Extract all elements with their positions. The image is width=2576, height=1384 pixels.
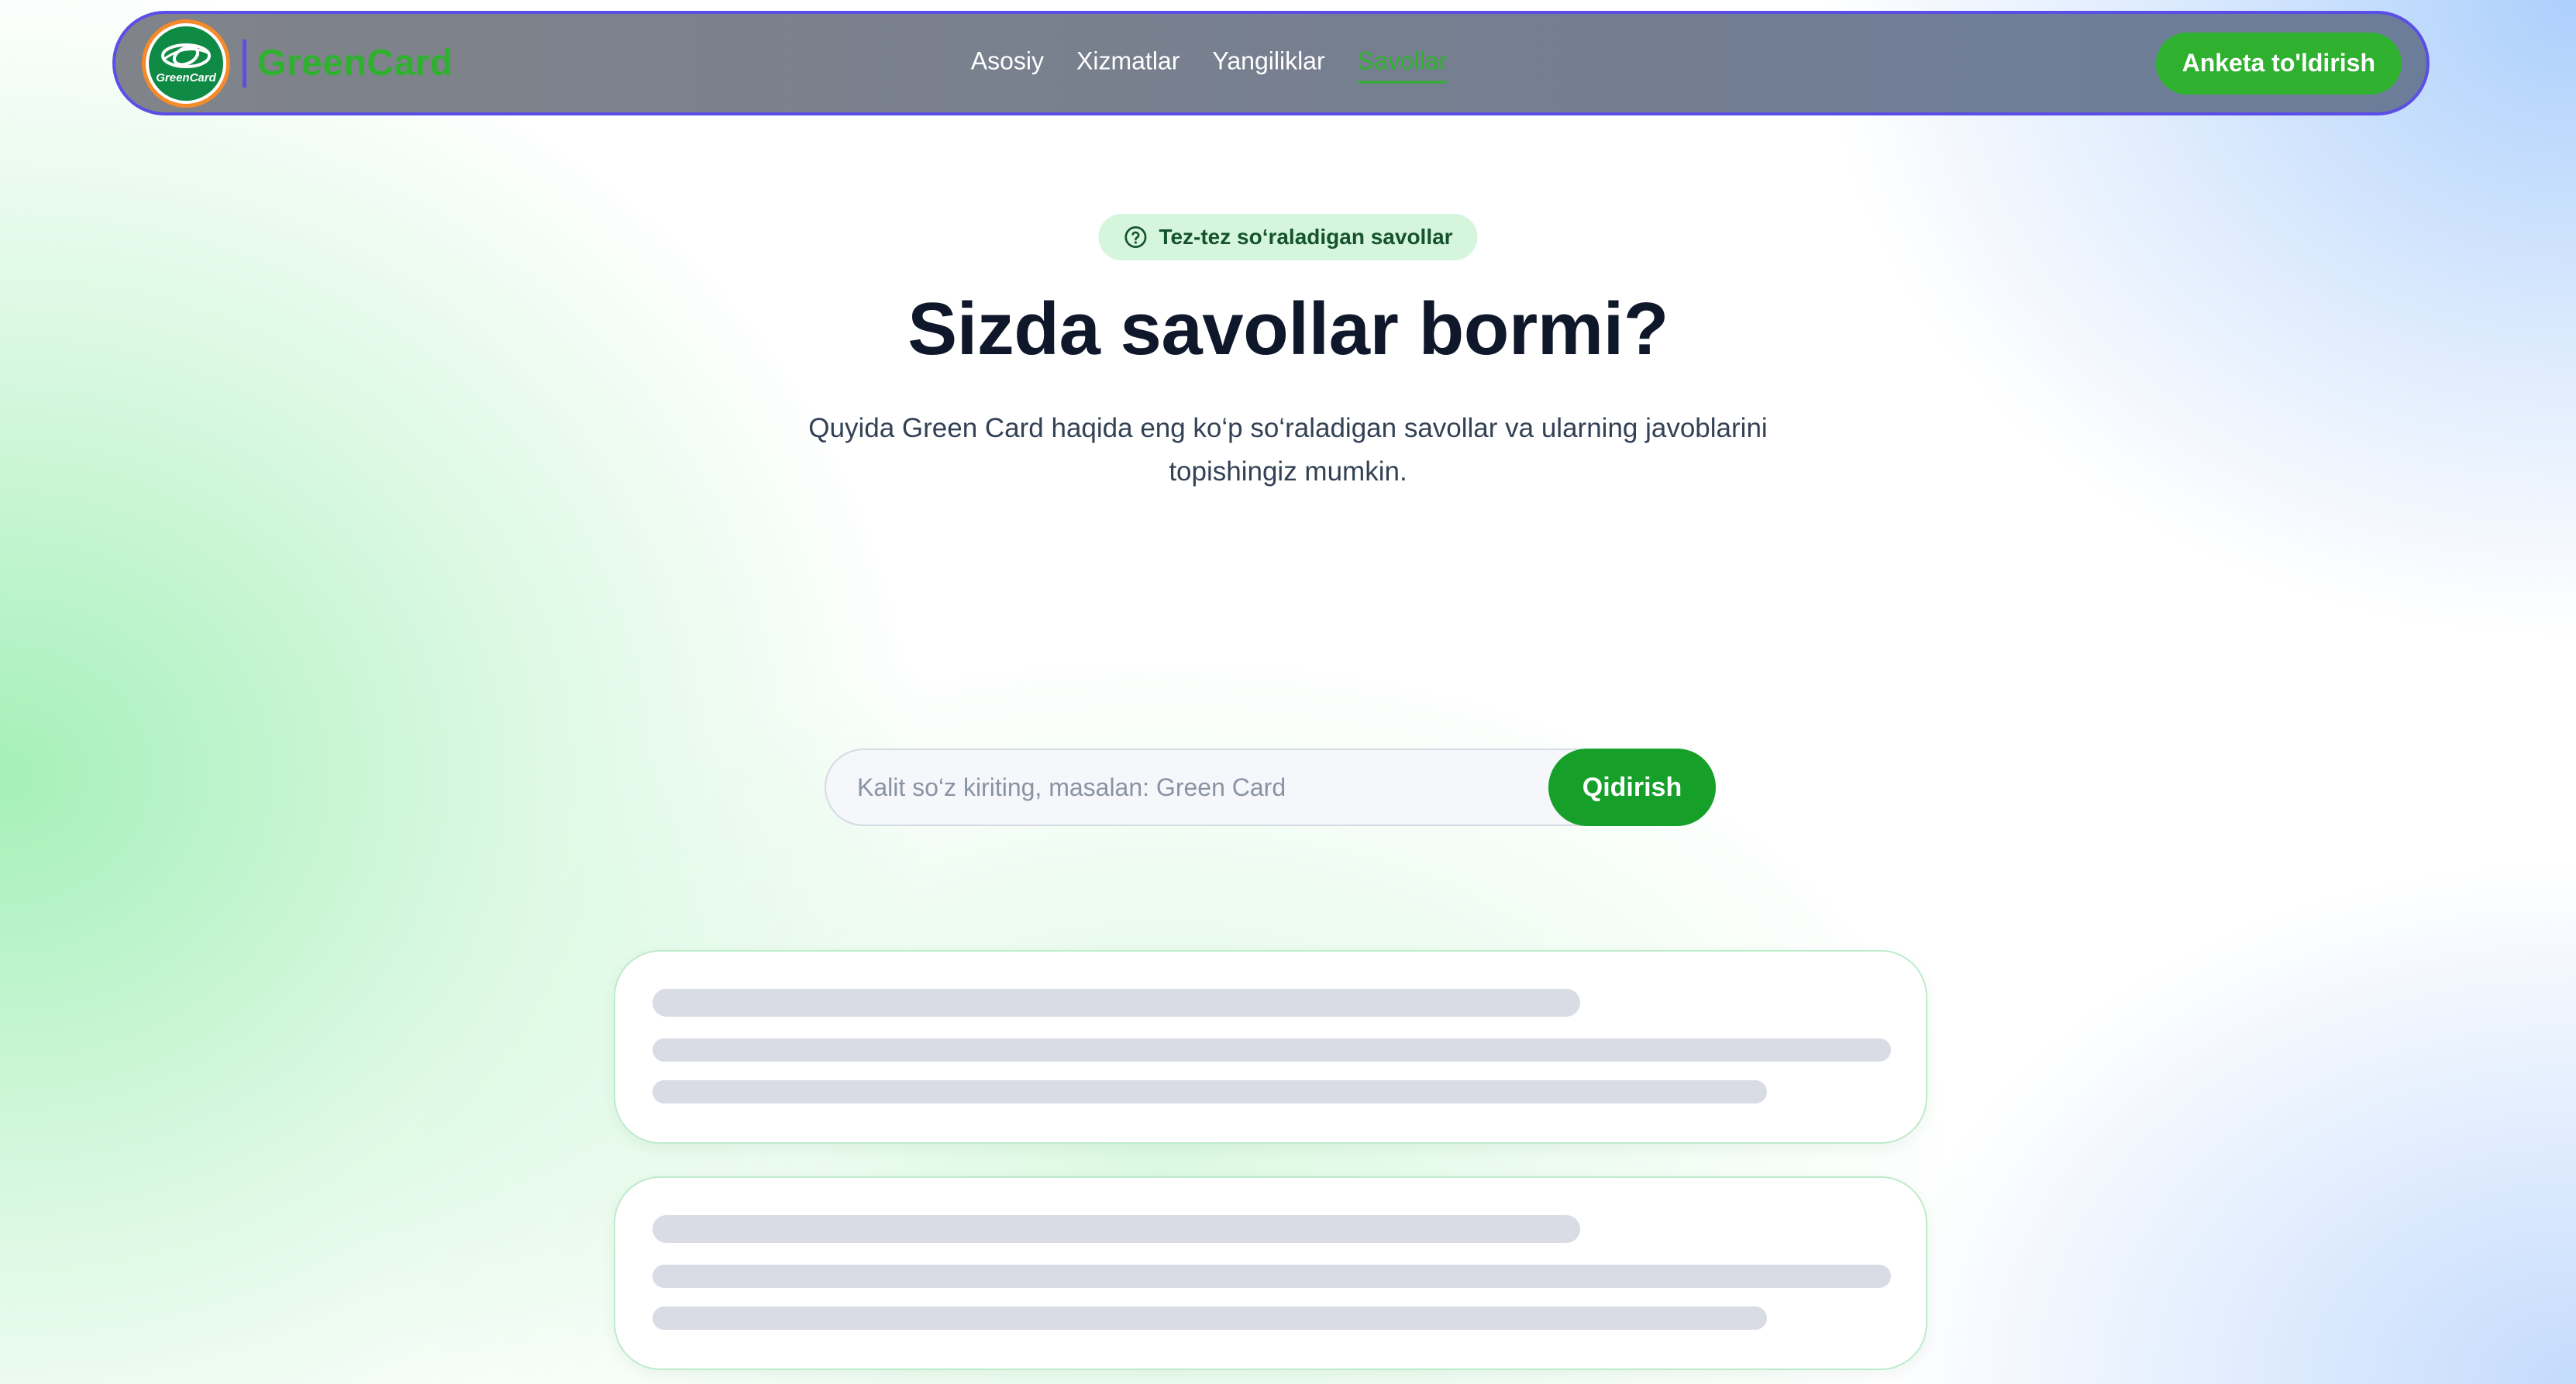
search-input[interactable] (857, 750, 1555, 825)
top-navbar: GreenCard GreenCard Asosiy Xizmatlar Yan… (112, 11, 2430, 115)
skeleton-line-title (653, 989, 1580, 1017)
logo-badge-text: GreenCard (156, 71, 216, 84)
brand-name: GreenCard (257, 43, 453, 84)
page-title: Sizda savollar bormi? (907, 287, 1669, 370)
fill-application-button[interactable]: Anketa to'ldirish (2155, 32, 2402, 95)
faq-badge: Tez-tez so‘raladigan savollar (1098, 214, 1478, 260)
logo-badge: GreenCard (142, 19, 230, 108)
faq-card-skeleton (614, 1176, 1927, 1370)
skeleton-line-title (653, 1215, 1580, 1243)
nav-item-yangiliklar[interactable]: Yangiliklar (1212, 46, 1324, 80)
main-nav: Asosiy Xizmatlar Yangiliklar Savollar (971, 46, 1447, 83)
search-button[interactable]: Qidirish (1548, 749, 1716, 826)
skeleton-line (653, 1038, 1891, 1062)
page-subtitle: Quyida Green Card haqida eng ko‘p so‘ral… (808, 413, 1768, 487)
search-bar: Qidirish (825, 749, 1716, 826)
skeleton-line (653, 1265, 1891, 1288)
greencard-emblem-icon: GreenCard (149, 26, 223, 101)
skeleton-line (653, 1080, 1767, 1103)
faq-card-skeleton (614, 950, 1927, 1144)
nav-item-xizmatlar[interactable]: Xizmatlar (1076, 46, 1180, 80)
nav-item-asosiy[interactable]: Asosiy (971, 46, 1044, 80)
brand-logo[interactable]: GreenCard GreenCard (142, 19, 453, 108)
nav-item-savollar[interactable]: Savollar (1357, 46, 1447, 83)
faq-badge-label: Tez-tez so‘raladigan savollar (1159, 225, 1453, 249)
question-circle-icon (1124, 226, 1147, 248)
logo-divider (243, 39, 246, 88)
skeleton-line (653, 1307, 1767, 1330)
